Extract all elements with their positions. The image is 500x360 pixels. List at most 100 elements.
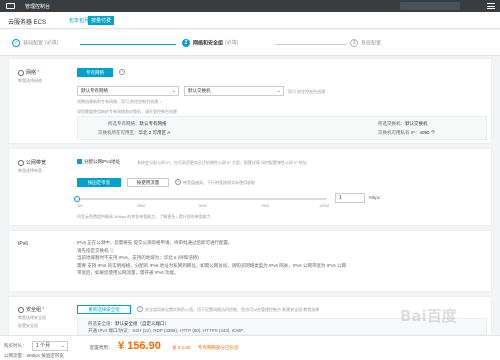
checkbox-label: 分配公网IPv4地址 <box>84 159 121 164</box>
ipv6-line[interactable]: IPv6 正在公测中，您需要先 提交公测资格申请，待审批通过后即可进行配置。 <box>77 239 346 247</box>
tick-label: 100M <box>319 203 330 208</box>
duration-label: 购买时长： <box>4 343 27 348</box>
assign-ip-checkbox[interactable]: 分配公网IPv4地址 <box>77 159 120 165</box>
check-icon: ✓ <box>12 39 20 47</box>
bandwidth-input[interactable]: 1 <box>335 193 365 203</box>
network-section: 网络 * 教我选择网络 专有网络 ? 默认专有网络 ⌄ 默认交换机 ⌄ 您可 前往控… <box>8 58 492 144</box>
section-title: 网络 <box>26 70 37 76</box>
chevron-down-icon: ⌄ <box>171 88 176 94</box>
bandwidth-slider-track[interactable] <box>77 198 327 200</box>
ipv6-text: IPv6 正在公测中，您需要先 提交公测资格申请，待审批通过后即可进行配置。 请… <box>77 239 346 277</box>
step-number: 3 <box>350 39 358 47</box>
kv-value: 4090 个 <box>419 130 436 135</box>
top-bar: 管理控制台 <box>0 0 500 12</box>
step-line <box>276 44 346 45</box>
assign-ip-desc: 系统会分配公网 IP，也可采用更加灵活的弹性公网 IP 方案，配置详情 如何配置… <box>137 160 307 165</box>
search-input[interactable] <box>400 2 460 10</box>
ipv6-line: 请先指定交换机 ⓘ <box>77 247 115 253</box>
chevron-down-icon: ⌄ <box>60 343 65 349</box>
kv-key: 交换机所在可用区： <box>98 130 139 135</box>
step-line <box>80 44 176 45</box>
step-sub: (必填) <box>225 40 239 47</box>
bandwidth-slider-knob[interactable] <box>74 196 80 202</box>
step-number: 2 <box>182 39 190 47</box>
kv-value: 默认专有网络 <box>139 121 167 126</box>
network-help-link[interactable]: 教我选择网络 <box>18 78 42 84</box>
help-icon[interactable]: ? <box>175 179 181 185</box>
bandwidth-unit: Mbps <box>369 195 381 200</box>
ipv6-line: 带宽后，如果您使用公网流量，需开通 IPv6 功能。 <box>77 270 179 275</box>
summary-zone: 交换机所在可用区：华北 2 可用区 A <box>98 130 170 136</box>
network-hint: 如您需要使用新的专有网络和交换机，请先到控制台创建 <box>77 109 177 114</box>
order-footer: 购买时长： 1 个月 ⌄ 公网流量：5Mbps 按固定带宽 配置费用： ¥ 156… <box>0 335 500 360</box>
section-title: 安全组 <box>26 307 42 313</box>
section-title: 公网带宽 <box>26 160 47 166</box>
kv-key: 交换机可用私有 IP： <box>378 130 420 135</box>
bandwidth-section: 公网带宽 教我选择带宽 分配公网IPv4地址 系统会分配公网 IP，也可采用更加… <box>8 148 492 226</box>
step-network[interactable]: 2 网络和安全组 (必填) <box>182 39 238 48</box>
kv-value: 默认交换机 <box>405 121 428 126</box>
security-label: 安全组 * 教我选择安全组 配置安全组 <box>18 306 46 329</box>
security-config-link[interactable]: 配置安全组 <box>18 323 46 329</box>
security-help-link[interactable]: 教我选择安全组 <box>18 315 46 321</box>
zone-hint[interactable]: 您可 前往控制台创建 <box>288 89 325 95</box>
ipv6-line: 当前地域暂时不支持 IPv6，支持的地域为：华北 5 (呼和浩特) <box>77 255 199 260</box>
kv-value: 5Mbps 按固定带宽 <box>26 353 64 358</box>
traffic-button[interactable]: 按使用流量 <box>127 178 169 187</box>
tab-pay-as-you-go[interactable]: 按量付费 <box>88 16 115 25</box>
shield-icon <box>18 306 24 313</box>
fee-note[interactable]: 专有网络部分已包含 <box>198 345 239 351</box>
fixed-bandwidth-button[interactable]: 按固定带宽 <box>77 178 121 187</box>
duration-select[interactable]: 1 个月 ⌄ <box>32 341 68 351</box>
reselect-security-group-button[interactable]: 重新选择安全组 <box>77 305 131 314</box>
vpc-select-value: 默认专有网络 <box>81 88 108 93</box>
security-ports: 开通 IPv4 端口/协议：SSH (22), RDP (3389), HTTP… <box>88 328 244 333</box>
aliyun-logo-icon[interactable] <box>6 3 15 9</box>
step-progress: ✓ 基础配置 (必填) 2 网络和安全组 (必填) 3 系统配置 <box>0 30 500 56</box>
bandwidth-summary: 公网流量：5Mbps 按固定带宽 <box>4 353 64 359</box>
vpc-hint[interactable]: 如需创建新的专有网络，您可 前往控制台创建 > <box>77 99 162 105</box>
vpc-select[interactable]: 默认专有网络 ⌄ <box>77 86 179 96</box>
baidu-watermark: Bai百度 <box>400 307 457 325</box>
help-icon[interactable]: ? <box>119 69 125 75</box>
help-icon[interactable]: ? <box>137 306 143 312</box>
kv-key: 所选专有网络： <box>108 121 140 126</box>
step-label: 系统配置 <box>361 40 382 47</box>
tick-label: 25M <box>137 203 145 208</box>
bandwidth-label: 公网带宽 教我选择带宽 <box>18 159 46 174</box>
step-label: 基础配置 <box>23 40 44 47</box>
vswitch-select[interactable]: 默认交换机 ⌄ <box>184 86 284 96</box>
network-summary-box: 所选专有网络：默认专有网络 交换机所在可用区：华北 2 可用区 A 所选交换机：… <box>77 116 487 140</box>
step-system[interactable]: 3 系统配置 <box>350 39 381 48</box>
bandwidth-help-link[interactable]: 教我选择带宽 <box>18 168 46 174</box>
network-label: 网络 * 教我选择网络 <box>18 69 42 84</box>
globe-icon <box>18 69 24 76</box>
kv-value: 默认安全组（自定义端口） <box>115 321 169 326</box>
vpc-button[interactable]: 专有网络 <box>77 68 113 77</box>
tick-label: 1M <box>77 203 83 208</box>
kv-key: 所选交换机： <box>378 121 405 126</box>
ipv6-section: IPv6 IPv6 正在公测中，您需要先 提交公测资格申请，待审批通过后即可进行… <box>8 230 492 292</box>
ipv6-line: 需要 支持 IPv6 的实例规格，分配的 IPv6 地址为私网到网址，如需公网访… <box>77 262 347 268</box>
section-title: IPv6 <box>18 241 29 247</box>
bandwidth-note[interactable]: 阿里云免费提供最高 5Mbps 的突发带宽能力，了解更多 | 提升您的带宽能力 <box>77 214 211 220</box>
duration-value: 1 个月 <box>36 343 51 349</box>
kv-key: 公网流量： <box>4 353 27 358</box>
product-header: 云服务器 ECS 包年包月 按量付费 <box>0 12 500 29</box>
chevron-down-icon: ⌄ <box>276 88 281 94</box>
summary-vswitch: 所选交换机：默认交换机 <box>378 121 428 127</box>
tick-label: 50M <box>199 203 207 208</box>
menu-icon[interactable] <box>487 3 495 9</box>
selected-security-group: 所选安全组：默认安全组（自定义端口） <box>88 321 169 327</box>
step-label: 网络和安全组 <box>193 40 224 47</box>
summary-ips: 交换机可用私有 IP：4090 个 <box>378 130 435 136</box>
ipv6-label: IPv6 <box>18 241 28 247</box>
signal-icon <box>18 159 24 166</box>
billing-desc: 带宽值越高，下行带宽按照实际使用收取 <box>183 180 255 185</box>
kv-value: 华北 2 可用区 A <box>138 130 171 135</box>
security-desc[interactable]: 安全组用来设置实例防火墙，用于设置网络访问控制，您也可以在管理控制台 新建安全组… <box>145 307 319 313</box>
step-basic[interactable]: ✓ 基础配置 (必填) <box>12 39 58 48</box>
console-title[interactable]: 管理控制台 <box>25 3 50 10</box>
vswitch-select-value: 默认交换机 <box>188 88 211 93</box>
summary-vpc: 所选专有网络：默认专有网络 <box>108 121 167 127</box>
